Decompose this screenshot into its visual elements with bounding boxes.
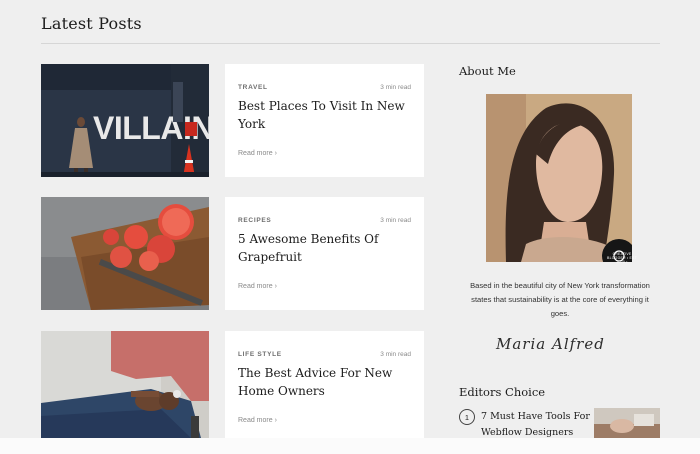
post-category: RECIPES: [238, 217, 272, 224]
post-read-time: 3 min read: [380, 84, 411, 91]
post-thumbnail-recipes[interactable]: [41, 197, 209, 310]
post-category: LIFE STYLE: [238, 351, 282, 358]
read-more-link[interactable]: Read more ›: [238, 150, 277, 157]
post-title-link[interactable]: 5 Awesome Benefits Of Grapefruit: [238, 230, 408, 266]
signature-text: Maria Alfred: [495, 335, 605, 353]
post-card[interactable]: RECIPES 3 min read 5 Awesome Benefits Of…: [225, 197, 424, 310]
post-thumbnail-lifestyle[interactable]: [41, 331, 209, 438]
read-more-link[interactable]: Read more ›: [238, 417, 277, 424]
author-portrait: [486, 94, 632, 262]
page-title: Latest Posts: [41, 14, 142, 33]
post-read-time: 3 min read: [380, 217, 411, 224]
read-more-link[interactable]: Read more ›: [238, 283, 277, 290]
post-thumbnail-travel[interactable]: VILLAIN: [41, 64, 209, 177]
author-badge-text: CREATIVE BLOGGER • EST 2020 •: [607, 252, 637, 264]
about-text: Based in the beautiful city of New York …: [470, 281, 650, 318]
title-divider: [41, 43, 660, 44]
about-heading: About Me: [459, 64, 516, 78]
post-read-time: 3 min read: [380, 351, 411, 358]
post-category: TRAVEL: [238, 84, 268, 91]
editors-choice-heading: Editors Choice: [459, 385, 546, 399]
post-card[interactable]: LIFE STYLE 3 min read The Best Advice Fo…: [225, 331, 424, 438]
editors-choice-thumbnail[interactable]: [594, 408, 660, 438]
post-title-link[interactable]: The Best Advice For New Home Owners: [238, 364, 408, 400]
post-title-link[interactable]: Best Places To Visit In New York: [238, 97, 408, 133]
post-card[interactable]: TRAVEL 3 min read Best Places To Visit I…: [225, 64, 424, 177]
editors-choice-title-link[interactable]: 7 Must Have Tools For Webflow Designers: [481, 409, 591, 441]
bottom-strip: [0, 438, 700, 454]
author-signature: Maria Alfred: [494, 332, 624, 359]
editors-choice-number: 1: [459, 409, 475, 425]
